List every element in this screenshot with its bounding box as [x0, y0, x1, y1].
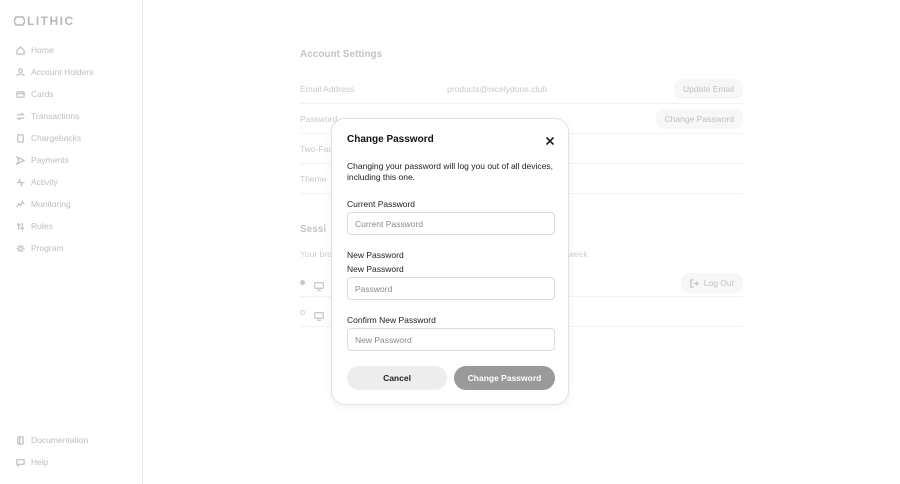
sidebar-item-documentation[interactable]: Documentation [16, 433, 88, 447]
update-email-button[interactable]: Update Email [673, 79, 743, 99]
sidebar-item-label: Documentation [31, 435, 89, 445]
sidebar-item-monitoring[interactable]: Monitoring [16, 197, 71, 211]
email-label: Email Address [300, 84, 355, 94]
sidebar: LITHIC Home Account Holders Cards Transa… [0, 0, 143, 484]
log-out-icon [690, 278, 699, 288]
theme-label: Theme [300, 174, 327, 184]
monitor-icon [314, 278, 324, 291]
monitoring-icon [16, 200, 25, 207]
sidebar-item-activity[interactable]: Activity [16, 175, 58, 189]
cancel-button[interactable]: Cancel [347, 366, 447, 390]
gear-icon [16, 243, 25, 253]
lithic-logo-icon [14, 16, 25, 26]
sidebar-item-home[interactable]: Home [16, 43, 54, 57]
sidebar-item-label: Program [31, 243, 64, 253]
monitor-icon [314, 308, 324, 321]
change-password-modal: Change Password Changing your password w… [331, 118, 569, 405]
sidebar-item-label: Account Holders [31, 67, 94, 77]
transactions-icon [16, 111, 25, 121]
log-out-label: Log Out [703, 278, 734, 288]
sidebar-item-account-holders[interactable]: Account Holders [16, 65, 93, 79]
two-factor-label: Two-Fac [300, 144, 333, 154]
email-value: products@nicelydone.club [447, 84, 547, 94]
chat-icon [16, 458, 25, 467]
active-session-dot [300, 280, 305, 285]
change-password-submit-button[interactable]: Change Password [454, 366, 555, 390]
sidebar-item-payments[interactable]: Payments [16, 153, 69, 167]
logo[interactable]: LITHIC [14, 14, 75, 28]
sessions-title: Sessi [300, 224, 327, 235]
new-password-label: New Password [347, 250, 404, 260]
change-password-button[interactable]: Change Password [655, 109, 743, 129]
close-icon[interactable] [545, 133, 555, 146]
sidebar-item-label: Activity [31, 177, 58, 187]
sidebar-item-label: Cards [31, 89, 54, 99]
sessions-description: Your bro [300, 249, 332, 259]
sidebar-item-label: Rules [31, 221, 53, 231]
sidebar-item-label: Transactions [31, 111, 80, 121]
current-password-input[interactable] [347, 212, 555, 235]
inactive-session-dot [300, 310, 305, 315]
sidebar-item-label: Help [31, 457, 49, 467]
activity-icon [16, 177, 25, 187]
log-out-button[interactable]: Log Out [680, 273, 743, 293]
sidebar-item-label: Home [31, 45, 54, 55]
sidebar-item-help[interactable]: Help [16, 455, 48, 469]
sidebar-item-chargebacks[interactable]: Chargebacks [16, 131, 81, 145]
current-password-label: Current Password [347, 199, 416, 209]
home-icon [16, 45, 25, 55]
sidebar-item-cards[interactable]: Cards [16, 87, 54, 101]
card-icon [16, 90, 25, 98]
payments-icon [16, 155, 25, 165]
rules-icon [16, 222, 25, 230]
new-password-label-secondary: New Password [347, 264, 404, 274]
sidebar-item-rules[interactable]: Rules [16, 219, 53, 233]
sidebar-item-label: Chargebacks [31, 133, 82, 143]
email-row: Email Address products@nicelydone.club U… [300, 74, 743, 104]
user-icon [16, 67, 25, 76]
sidebar-item-label: Monitoring [31, 199, 71, 209]
confirm-password-label: Confirm New Password [347, 315, 436, 325]
sidebar-item-program[interactable]: Program [16, 241, 64, 255]
account-settings-title: Account Settings [300, 49, 383, 60]
confirm-password-input[interactable] [347, 328, 555, 351]
logo-text: LITHIC [27, 14, 75, 28]
chargebacks-icon [17, 133, 24, 143]
book-icon [17, 435, 24, 445]
password-label: Password [300, 114, 338, 124]
sidebar-item-label: Payments [31, 155, 69, 165]
modal-title: Change Password [347, 134, 434, 145]
modal-description: Changing your password will log you out … [347, 161, 554, 182]
sidebar-item-transactions[interactable]: Transactions [16, 109, 79, 123]
new-password-input[interactable] [347, 277, 555, 300]
